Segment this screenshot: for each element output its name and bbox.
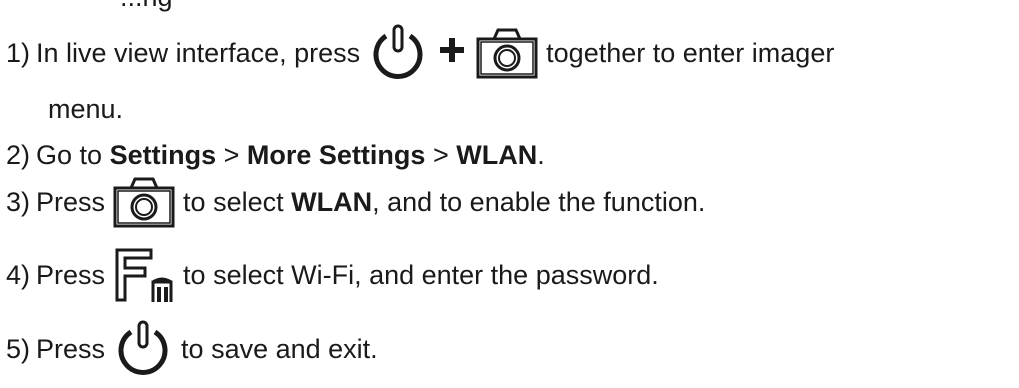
step-text: to select Wi-Fi, and enter the password.: [183, 259, 659, 290]
camera-icon: [476, 27, 538, 79]
power-icon: [368, 22, 428, 84]
step-text: together to enter imager: [546, 37, 835, 68]
step-2: 2) Go to Settings > More Settings > WLAN…: [6, 140, 545, 171]
step-5: 5) Press to save and exit.: [6, 318, 378, 380]
cut-off-heading: ...ng: [120, 0, 310, 16]
plus-sign: [438, 36, 466, 71]
more-settings-label: More Settings: [246, 140, 426, 170]
separator: >: [432, 140, 449, 170]
step-number: 1): [6, 37, 31, 68]
step-number: 2): [6, 140, 31, 170]
separator: >: [223, 140, 240, 170]
step-text: In live view interface, press: [36, 37, 361, 68]
step-text-wrap: menu.: [48, 94, 124, 124]
step-text: Press: [36, 333, 106, 364]
wlan-label: WLAN: [456, 140, 538, 170]
wlan-label: WLAN: [291, 186, 373, 217]
heading-fragment: ...ng: [120, 0, 310, 13]
step-1: 1) In live view interface, press togethe…: [6, 22, 834, 84]
step-3: 3) Press to select WLAN, and to enable t…: [6, 176, 705, 228]
power-icon: [113, 318, 173, 380]
settings-label: Settings: [109, 140, 217, 170]
step-text: to select: [183, 186, 284, 217]
camera-icon: [113, 176, 175, 228]
step-1-wrap: menu.: [48, 94, 123, 125]
fn-icon: [113, 246, 175, 304]
step-number: 3): [6, 186, 31, 217]
step-text: Go to: [36, 140, 103, 170]
step-number: 5): [6, 333, 31, 364]
step-text: Press: [36, 186, 106, 217]
step-number: 4): [6, 259, 31, 290]
period: .: [537, 140, 545, 170]
step-4: 4) Press to select Wi-Fi, and enter the …: [6, 246, 659, 304]
step-text: to save and exit.: [181, 333, 378, 364]
step-text: Press: [36, 259, 106, 290]
step-text: , and to enable the function.: [372, 186, 706, 217]
